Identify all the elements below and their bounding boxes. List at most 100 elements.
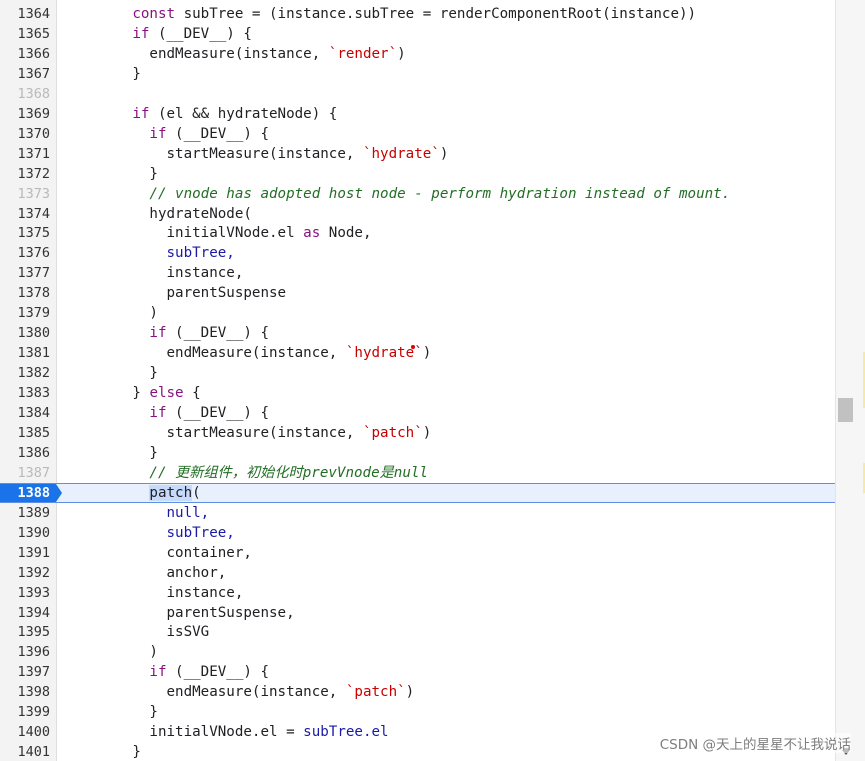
code-line[interactable]: 1368 bbox=[0, 84, 835, 104]
code-line[interactable]: 1370 if (__DEV__) { bbox=[0, 124, 835, 144]
code-line[interactable]: 1366 endMeasure(instance, `render`) bbox=[0, 44, 835, 64]
line-number[interactable]: 1366 bbox=[0, 44, 50, 64]
code-line[interactable]: 1394 parentSuspense, bbox=[0, 603, 835, 623]
line-number[interactable]: 1382 bbox=[0, 363, 50, 383]
line-number[interactable]: 1369 bbox=[0, 104, 50, 124]
line-number[interactable]: 1399 bbox=[0, 702, 50, 722]
code-line[interactable]: 1364 const subTree = (instance.subTree =… bbox=[0, 4, 835, 24]
code-line[interactable]: 1369 if (el && hydrateNode) { bbox=[0, 104, 835, 124]
line-number[interactable]: 1383 bbox=[0, 383, 50, 403]
breakpoint-line-number[interactable]: 1388 bbox=[0, 483, 56, 502]
watermark: CSDN @天上的星星不让我说话 bbox=[659, 733, 851, 753]
code-line[interactable]: 1371 startMeasure(instance, `hydrate`) bbox=[0, 144, 835, 164]
line-number[interactable]: 1379 bbox=[0, 303, 50, 323]
line-number[interactable]: 1398 bbox=[0, 682, 50, 702]
line-number[interactable]: 1386 bbox=[0, 443, 50, 463]
line-number[interactable]: 1390 bbox=[0, 523, 50, 543]
code-line[interactable]: 1398 endMeasure(instance, `patch`) bbox=[0, 682, 835, 702]
code-line[interactable]: 1373 // vnode has adopted host node - pe… bbox=[0, 184, 835, 204]
code-line[interactable]: 1367 } bbox=[0, 64, 835, 84]
vertical-scrollbar[interactable] bbox=[835, 0, 865, 761]
code-line[interactable]: 1384 if (__DEV__) { bbox=[0, 403, 835, 423]
code-line[interactable]: 1380 if (__DEV__) { bbox=[0, 323, 835, 343]
code-line[interactable]: 1393 instance, bbox=[0, 583, 835, 603]
line-number[interactable]: 1375 bbox=[0, 223, 50, 243]
line-number[interactable]: 1391 bbox=[0, 543, 50, 563]
line-number[interactable]: 1371 bbox=[0, 144, 50, 164]
code-line[interactable]: 1382 } bbox=[0, 363, 835, 383]
code-line[interactable]: 1379 ) bbox=[0, 303, 835, 323]
line-number[interactable]: 1376 bbox=[0, 243, 50, 263]
line-number[interactable]: 1368 bbox=[0, 84, 50, 104]
code-line[interactable]: 1385 startMeasure(instance, `patch`) bbox=[0, 423, 835, 443]
code-text: if (__DEV__) { bbox=[64, 24, 252, 44]
code-editor[interactable]: 1364 const subTree = (instance.subTree =… bbox=[0, 0, 835, 761]
code-line[interactable]: 1372 } bbox=[0, 164, 835, 184]
line-number[interactable]: 1397 bbox=[0, 662, 50, 682]
line-number[interactable]: 1400 bbox=[0, 722, 50, 742]
code-line[interactable]: 1383 } else { bbox=[0, 383, 835, 403]
line-number[interactable]: 1395 bbox=[0, 622, 50, 642]
keyword: else bbox=[149, 385, 184, 402]
code-line[interactable]: 1365 if (__DEV__) { bbox=[0, 24, 835, 44]
line-number[interactable]: 1373 bbox=[0, 184, 50, 204]
code-text: // 更新组件，初始化时prevVnode是null bbox=[64, 463, 428, 483]
code-line[interactable]: 1378 parentSuspense bbox=[0, 283, 835, 303]
line-number[interactable]: 1385 bbox=[0, 423, 50, 443]
code-line[interactable]: 1387 // 更新组件，初始化时prevVnode是null bbox=[0, 463, 835, 483]
line-number[interactable]: 1389 bbox=[0, 503, 50, 523]
code-text: } bbox=[64, 363, 158, 383]
code-line[interactable]: 1381 endMeasure(instance, `hydrate`) bbox=[0, 343, 835, 363]
code-line[interactable]: 1375 initialVNode.el as Node, bbox=[0, 223, 835, 243]
code-line[interactable]: 1396 ) bbox=[0, 642, 835, 662]
line-number[interactable]: 1378 bbox=[0, 283, 50, 303]
line-number[interactable]: 1364 bbox=[0, 4, 50, 24]
line-number[interactable]: 1372 bbox=[0, 164, 50, 184]
code-token: instance, bbox=[166, 265, 244, 282]
line-number[interactable]: 1380 bbox=[0, 323, 50, 343]
code-token: endMeasure(instance, bbox=[166, 345, 346, 362]
line-number[interactable]: 1393 bbox=[0, 583, 50, 603]
line-number[interactable]: 1396 bbox=[0, 642, 50, 662]
line-number-text: 1380 bbox=[17, 325, 50, 342]
code-text: container, bbox=[64, 543, 252, 563]
code-line[interactable]: 1376 subTree, bbox=[0, 243, 835, 263]
line-number[interactable]: 1387 bbox=[0, 463, 50, 483]
keyword: if bbox=[149, 125, 167, 142]
code-line[interactable]: 1392 anchor, bbox=[0, 563, 835, 583]
code-line[interactable]: 1395 isSVG bbox=[0, 622, 835, 642]
line-number-text: 1365 bbox=[17, 25, 50, 42]
line-number[interactable]: 1381 bbox=[0, 343, 50, 363]
keyword: if bbox=[132, 25, 150, 42]
line-number-text: 1364 bbox=[17, 6, 50, 22]
code-line[interactable]: 1391 container, bbox=[0, 543, 835, 563]
line-number-text: 1369 bbox=[17, 105, 50, 122]
code-line[interactable]: 1397 if (__DEV__) { bbox=[0, 662, 835, 682]
line-number-text: 1386 bbox=[17, 444, 50, 461]
line-number[interactable]: 1384 bbox=[0, 403, 50, 423]
line-number[interactable]: 1401 bbox=[0, 742, 50, 761]
code-line[interactable]: 1389 null, bbox=[0, 503, 835, 523]
line-number[interactable]: 1365 bbox=[0, 24, 50, 44]
line-number[interactable]: 1370 bbox=[0, 124, 50, 144]
code-line[interactable]: 1374 hydrateNode( bbox=[0, 204, 835, 224]
scrollbar-thumb[interactable] bbox=[838, 398, 853, 422]
code-line[interactable]: 1399 } bbox=[0, 702, 835, 722]
code-line[interactable]: 1377 instance, bbox=[0, 263, 835, 283]
code-line[interactable]: 1390 subTree, bbox=[0, 523, 835, 543]
line-number[interactable]: 1377 bbox=[0, 263, 50, 283]
line-number[interactable]: 1374 bbox=[0, 204, 50, 224]
code-text: if (el && hydrateNode) { bbox=[64, 104, 337, 124]
code-token: ) bbox=[405, 684, 415, 701]
line-number[interactable]: 1392 bbox=[0, 563, 50, 583]
code-line[interactable]: 1386 } bbox=[0, 443, 835, 463]
code-line[interactable]: 1388 patch( bbox=[0, 482, 835, 503]
line-number[interactable]: 1367 bbox=[0, 64, 50, 84]
line-number[interactable]: 1394 bbox=[0, 603, 50, 623]
